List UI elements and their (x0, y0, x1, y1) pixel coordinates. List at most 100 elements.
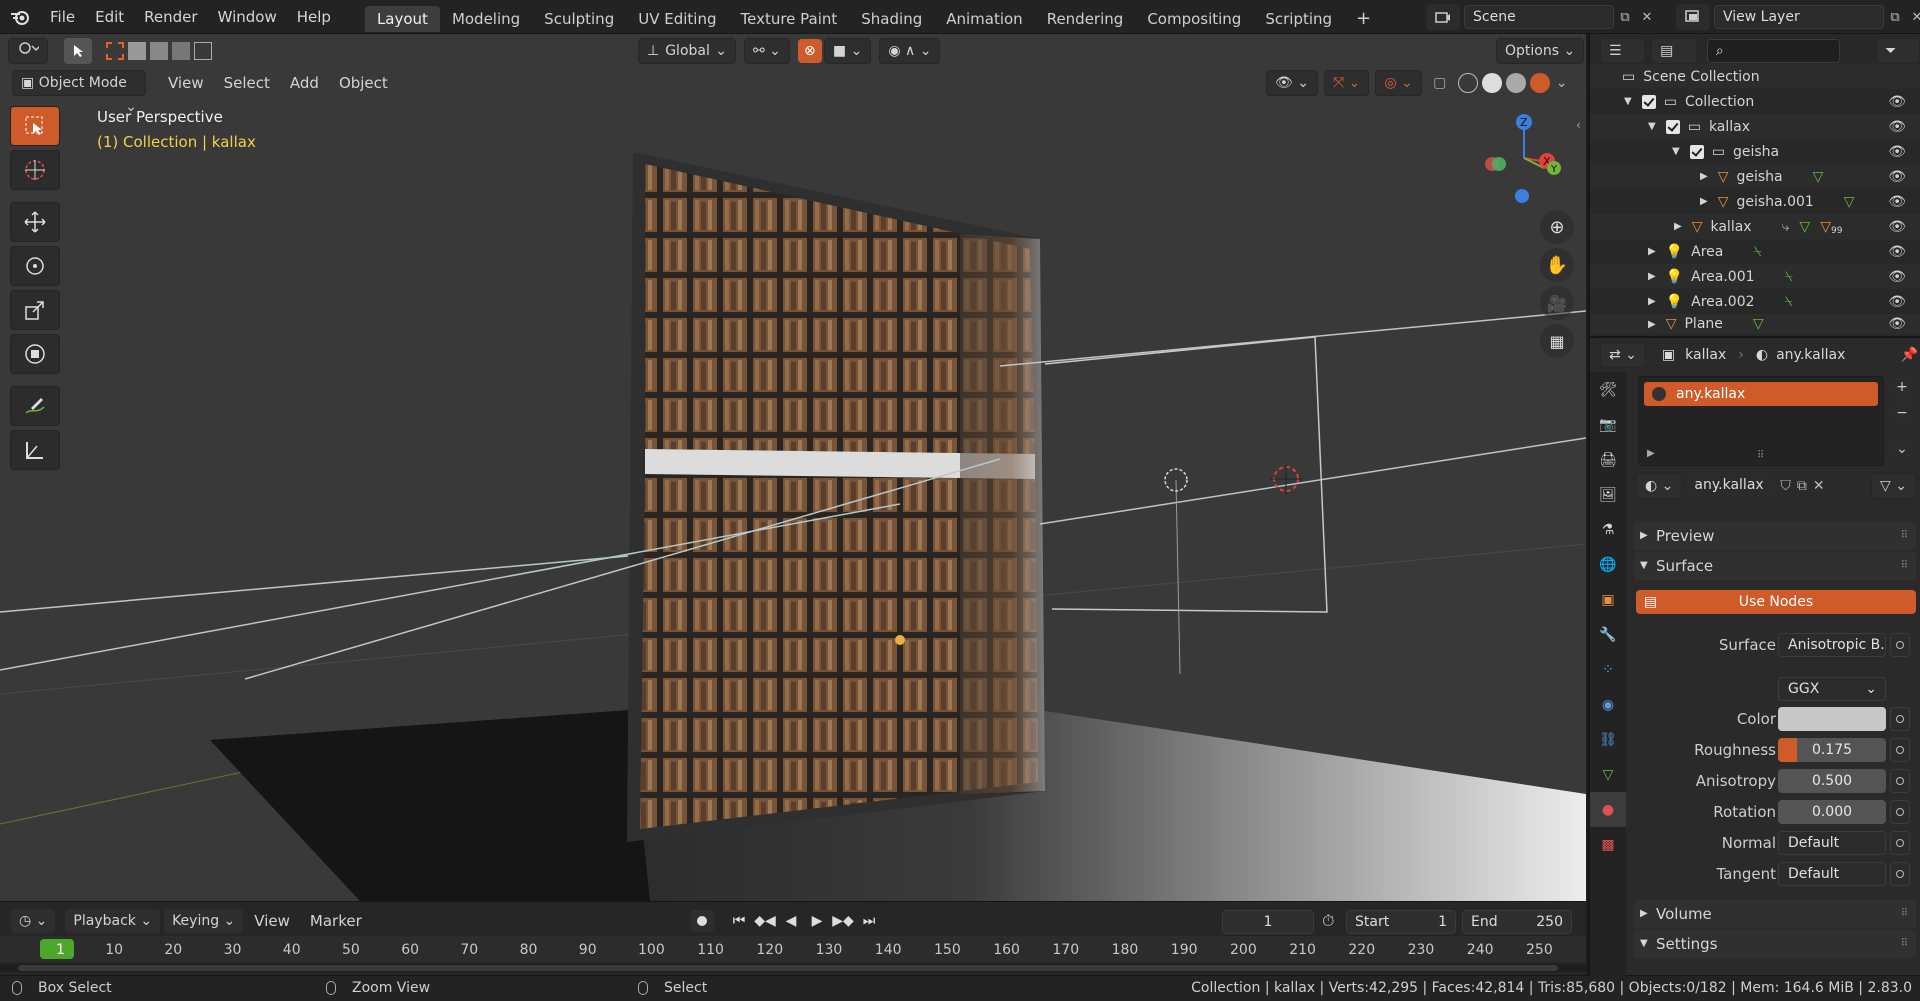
outliner-row-area-002[interactable]: ▶ 💡 Area.002 ⍀ 👁 (1590, 289, 1920, 314)
fake-user-shield-icon[interactable]: ⛉ (1780, 478, 1791, 494)
blender-logo-icon[interactable] (0, 0, 40, 34)
timeline-menu-marker[interactable]: Marker (300, 912, 372, 930)
proportional-edit-dropdown[interactable]: ◉ ∧ ⌄ (879, 38, 941, 64)
link-dropdown[interactable]: ▽ ⌄ (1871, 473, 1916, 499)
menu-add[interactable]: Add (280, 74, 329, 92)
visibility-eye-icon[interactable]: 👁 (1888, 269, 1906, 285)
end-frame-field[interactable]: End 250 (1462, 910, 1572, 934)
xray-toggle-icon[interactable]: ▢ (1428, 75, 1452, 91)
outliner-row-kallax-object[interactable]: ▶ ▽ kallax ⤷ ▽ ▽ 99 👁 (1590, 214, 1920, 239)
expand-arrow-icon[interactable]: ▼ (1672, 146, 1680, 157)
menu-select[interactable]: Select (214, 74, 280, 92)
menu-window[interactable]: Window (208, 0, 287, 34)
drag-handle-icon[interactable]: ⠿ (1901, 522, 1908, 550)
properties-editor-type-button[interactable]: ⇄ ⌄ (1600, 342, 1646, 368)
exclude-checkbox[interactable] (1665, 119, 1680, 134)
material-shading-icon[interactable] (1505, 73, 1526, 93)
outliner-row-geisha-object[interactable]: ▶ ▽ geisha ▽ 👁 (1590, 164, 1920, 189)
selection-mode-icons[interactable] (106, 42, 212, 60)
object-mode-dropdown[interactable]: ▣ Object Mode ⌄ (12, 70, 146, 115)
toggle-perspective-button[interactable]: ▦ (1540, 324, 1574, 358)
visibility-eye-icon[interactable]: 👁 (1888, 219, 1906, 235)
panel-preview[interactable]: ▶ Preview ⠿ (1634, 522, 1916, 550)
unlink-material-icon[interactable]: ✕ (1813, 478, 1825, 494)
light-data-icon[interactable]: ⍀ (1785, 269, 1793, 285)
jump-end-button[interactable]: ⏭ (858, 913, 880, 929)
tab-physics[interactable]: ◉ (1590, 687, 1626, 722)
drag-handle-icon[interactable]: ⠿ (1901, 930, 1908, 958)
timeline-editor-type-button[interactable]: ◷ ⌄ (10, 908, 57, 934)
roughness-link-button[interactable] (1890, 738, 1910, 762)
scene-close-icon[interactable]: ✕ (1636, 10, 1658, 25)
tab-modeling[interactable]: Modeling (440, 6, 532, 32)
transform-tool[interactable] (10, 334, 60, 374)
transform-orientation-dropdown[interactable]: ⊥ Global ⌄ (638, 38, 736, 64)
pan-view-button[interactable]: ✋ (1540, 248, 1574, 282)
options-dropdown[interactable]: Options ⌄ (1496, 38, 1585, 64)
rotation-link-button[interactable] (1890, 800, 1910, 824)
outliner-row-scene-collection[interactable]: ▭ Scene Collection (1590, 64, 1920, 89)
outliner-row-geisha-collection[interactable]: ▼ ▭ geisha 👁 (1590, 139, 1920, 164)
tangent-link-button[interactable] (1890, 862, 1910, 886)
tab-render[interactable]: 📷 (1590, 407, 1626, 442)
expand-arrow-icon[interactable]: ▶ (1648, 319, 1656, 330)
material-name-field[interactable]: any.kallax (1686, 474, 1775, 498)
jump-keyframe-forward-button[interactable]: ▶◆ (832, 913, 854, 929)
view-layer-name-field[interactable]: View Layer (1714, 5, 1884, 29)
tab-animation[interactable]: Animation (934, 6, 1034, 32)
tab-constraints[interactable]: ⛓ (1590, 722, 1626, 757)
material-slot-item[interactable]: any.kallax (1644, 382, 1878, 406)
menu-render[interactable]: Render (134, 0, 207, 34)
current-frame-field[interactable]: 1 (1222, 910, 1314, 934)
tab-particles[interactable]: ⁘ (1590, 652, 1626, 687)
normal-link-button[interactable] (1890, 831, 1910, 855)
keying-dropdown[interactable]: Keying ⌄ (163, 908, 245, 934)
use-nodes-button[interactable]: ▤ Use Nodes (1636, 590, 1916, 614)
mesh-data-icon[interactable]: ▽ (1799, 219, 1810, 235)
start-frame-field[interactable]: Start 1 (1346, 910, 1456, 934)
outliner-row-area[interactable]: ▶ 💡 Area ⍀ 👁 (1590, 239, 1920, 264)
tab-scene[interactable]: ⚗ (1590, 512, 1626, 547)
rotation-field[interactable]: 0.000 (1778, 800, 1886, 824)
play-button[interactable]: ▶ (806, 913, 828, 929)
overlay-toggle[interactable]: ◎ ⌄ (1375, 70, 1422, 96)
record-button[interactable] (690, 910, 714, 932)
annotate-tool[interactable] (10, 386, 60, 426)
visibility-eye-icon[interactable]: 👁 (1888, 94, 1906, 110)
modifier-icon[interactable]: ⤷ (1782, 219, 1790, 235)
camera-view-button[interactable]: 🎥 (1540, 286, 1574, 320)
move-tool[interactable] (10, 202, 60, 242)
slot-specials-button[interactable]: ⌄ (1890, 438, 1914, 460)
snap-toggle-icon[interactable]: ⊗ (797, 39, 822, 63)
tab-material[interactable]: ● (1590, 792, 1626, 827)
exclude-checkbox[interactable] (1689, 144, 1704, 159)
tab-texture-paint[interactable]: Texture Paint (728, 6, 849, 32)
tab-data[interactable]: ▽ (1590, 757, 1626, 792)
timeline-scrollbar[interactable] (0, 964, 1586, 972)
wireframe-shading-icon[interactable] (1457, 73, 1478, 93)
visibility-eye-icon[interactable]: 👁 (1888, 244, 1906, 260)
visibility-eye-icon[interactable]: 👁 (1888, 316, 1906, 332)
tab-output[interactable]: 🖨 (1590, 442, 1626, 477)
menu-file[interactable]: File (40, 0, 85, 34)
playback-dropdown[interactable]: Playback ⌄ (64, 908, 162, 934)
measure-tool[interactable] (10, 430, 60, 470)
rendered-shading-icon[interactable] (1529, 73, 1550, 93)
expand-arrow-icon[interactable]: ▶ (1700, 171, 1708, 182)
outliner-search-input[interactable]: ⌕ (1706, 39, 1841, 63)
timeline-menu-view[interactable]: View (244, 912, 300, 930)
light-data-icon[interactable]: ⍀ (1753, 244, 1761, 260)
outliner-row-collection[interactable]: ▼ ▭ Collection 👁 (1590, 89, 1920, 114)
shading-options-chevron-icon[interactable]: ⌄ (1556, 75, 1568, 91)
color-swatch[interactable] (1778, 707, 1886, 731)
tab-modifiers[interactable]: 🔧 (1590, 617, 1626, 652)
rotate-tool[interactable] (10, 246, 60, 286)
scale-tool[interactable] (10, 290, 60, 330)
menu-edit[interactable]: Edit (85, 0, 134, 34)
outliner-row-area-001[interactable]: ▶ 💡 Area.001 ⍀ 👁 (1590, 264, 1920, 289)
view-layer-close-icon[interactable]: ✕ (1906, 10, 1920, 25)
pivot-point-dropdown[interactable]: ⚯ ⌄ (744, 38, 790, 64)
outliner-row-kallax-collection[interactable]: ▼ ▭ kallax 👁 (1590, 114, 1920, 139)
tab-rendering[interactable]: Rendering (1035, 6, 1136, 32)
anisotropy-field[interactable]: 0.500 (1778, 769, 1886, 793)
